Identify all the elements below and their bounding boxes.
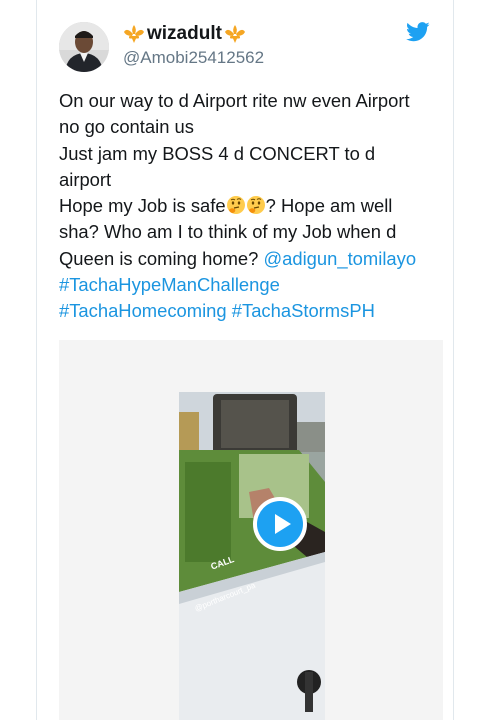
hashtag-link[interactable]: #TachaStormsPH	[232, 300, 375, 321]
tweet-text: On our way to d Airport rite nw even Air…	[59, 88, 443, 325]
avatar[interactable]	[59, 22, 109, 72]
tweet-line: airport	[59, 168, 112, 190]
thinking-face-emoji	[246, 195, 266, 215]
tweet-line: #TachaHomecoming #TachaStormsPH	[59, 298, 443, 324]
twitter-bird-icon[interactable]	[406, 22, 430, 42]
tweet-line-part: ? Hope am well	[265, 195, 393, 217]
fleur-de-lis-icon	[224, 24, 246, 44]
thinking-face-emoji	[226, 195, 246, 215]
tweet-line-part: Queen is coming home?	[59, 247, 264, 269]
fleur-de-lis-icon	[123, 24, 145, 44]
play-button[interactable]	[253, 497, 307, 551]
display-name[interactable]: wizadult	[123, 22, 246, 46]
tweet-line: On our way to d Airport rite nw even Air…	[59, 90, 410, 111]
mention-link[interactable]: @adigun_tomilayo	[263, 248, 416, 269]
display-name-text: wizadult	[147, 23, 222, 44]
tweet-line: Queen is coming home? @adigun_tomilayo	[59, 246, 443, 272]
user-handle[interactable]: @Amobi25412562	[123, 48, 264, 68]
tweet-line: sha? Who am I to think of my Job when d	[59, 221, 397, 243]
tweet-line-part: Hope my Job is safe	[59, 195, 226, 217]
tweet-line: no go contain us	[59, 116, 194, 138]
tweet-line: Just jam my BOSS 4 d CONCERT to d	[59, 142, 376, 164]
media-container[interactable]: CALL @portharcourt_pa	[59, 340, 443, 720]
tweet-line: Hope my Job is safe ? Hope am well	[59, 193, 443, 219]
hashtag-link[interactable]: #TachaHypeManChallenge	[59, 274, 280, 295]
tweet-card[interactable]: wizadult @Amobi25412562 On our way to d …	[36, 0, 454, 720]
video-thumbnail[interactable]: CALL @portharcourt_pa	[179, 392, 325, 720]
hashtag-link[interactable]: #TachaHomecoming	[59, 300, 227, 321]
play-icon	[257, 501, 303, 547]
tweet-line: #TachaHypeManChallenge	[59, 272, 443, 298]
